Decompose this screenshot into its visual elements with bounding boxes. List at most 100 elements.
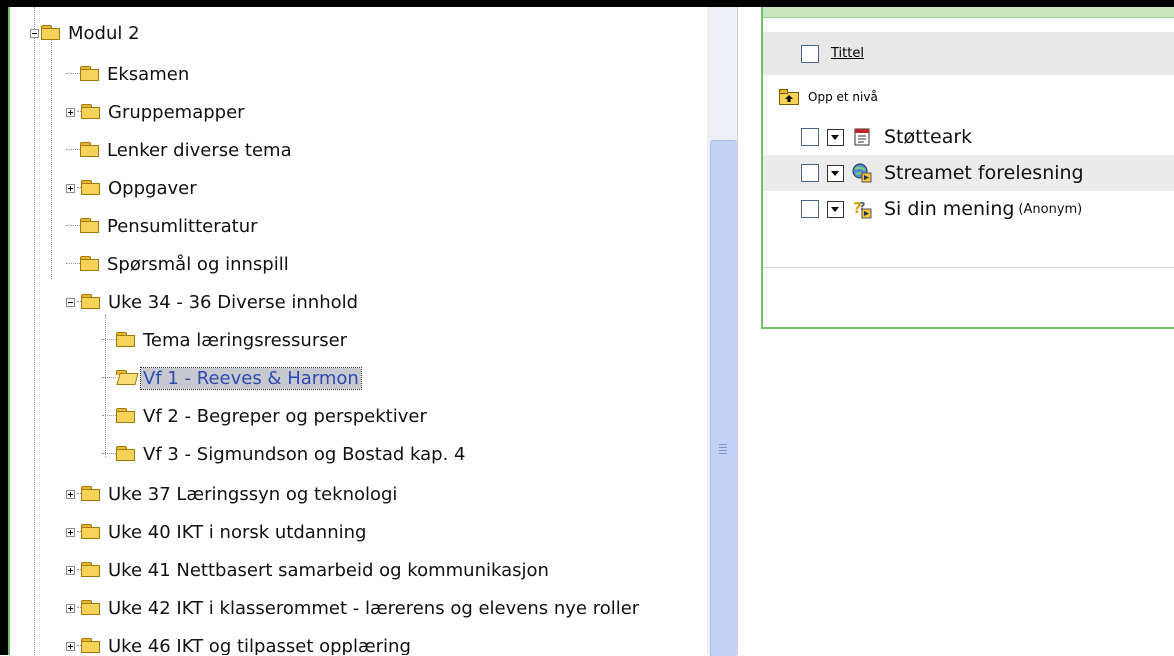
column-header-title[interactable]: Tittel	[831, 46, 864, 61]
tree-item-label: Pensumlitteratur	[107, 215, 258, 237]
tree-item-sporsmal-og-innspill[interactable]: Spørsmål og innspill	[66, 251, 291, 277]
item-checkbox[interactable]	[801, 200, 819, 218]
folder-icon	[41, 25, 61, 41]
tree-item-label: Uke 42 IKT i klasserommet - lærerens og …	[108, 597, 640, 619]
tree-item-tema-laeringsressurser[interactable]: Tema læringsressurser	[102, 327, 349, 353]
document-icon	[852, 127, 872, 147]
scrollbar-thumb[interactable]	[710, 140, 737, 656]
item-checkbox[interactable]	[801, 164, 819, 182]
content-panel: Tittel Opp et nivå Støtteark Streamet fo…	[761, 7, 1174, 329]
folder-icon	[81, 294, 101, 310]
tree-item-modul-2[interactable]: Modul 2	[30, 20, 142, 46]
tree-item-label: Uke 34 - 36 Diverse innhold	[108, 291, 359, 313]
tree-item-oppgaver[interactable]: Oppgaver	[66, 175, 199, 201]
collapse-icon[interactable]	[66, 297, 75, 307]
item-checkbox[interactable]	[801, 128, 819, 146]
expand-icon[interactable]	[66, 183, 75, 193]
window-frame-left	[0, 0, 8, 655]
tree-connector	[66, 73, 80, 75]
tree-item-label: Uke 41 Nettbasert samarbeid og kommunika…	[108, 559, 549, 581]
window-frame-top	[0, 0, 1174, 7]
tree-connector	[66, 263, 80, 265]
folder-icon	[80, 142, 100, 158]
chevron-down-icon[interactable]	[827, 200, 844, 218]
expand-icon[interactable]	[66, 489, 75, 499]
folder-up-icon	[779, 89, 799, 105]
expand-icon[interactable]	[66, 641, 75, 651]
tree-item-label: Uke 37 Læringssyn og teknologi	[108, 483, 398, 505]
tree-item-vf-1[interactable]: Vf 1 - Reeves & Harmon	[102, 365, 362, 391]
scrollbar-grip-icon	[719, 444, 727, 445]
tree-item-label: Uke 40 IKT i norsk utdanning	[108, 521, 367, 543]
tree-item-label: Gruppemapper	[108, 101, 245, 123]
item-title-link[interactable]: Støtteark	[884, 126, 972, 148]
expand-icon[interactable]	[66, 527, 75, 537]
list-item: Streamet forelesning	[763, 155, 1174, 191]
tree-item-label: Vf 2 - Begreper og perspektiver	[143, 405, 427, 427]
tree-item-pensumlitteratur[interactable]: Pensumlitteratur	[66, 213, 260, 239]
folder-icon	[81, 104, 101, 120]
list-item: Støtteark	[763, 119, 1174, 155]
folder-icon	[116, 446, 136, 462]
tree-item-label: Eksamen	[107, 63, 190, 85]
tree-item-uke-46[interactable]: Uke 46 IKT og tilpasset opplæring	[66, 633, 413, 655]
tree-connector	[102, 453, 116, 455]
anonymous-note: (Anonym)	[1018, 201, 1083, 217]
item-title-link[interactable]: Si din mening	[884, 198, 1014, 220]
folder-icon	[81, 638, 101, 654]
stream-icon	[852, 163, 872, 183]
up-one-level-link[interactable]: Opp et nivå	[779, 85, 878, 109]
scrollbar-grip-icon	[719, 447, 727, 448]
tree-item-vf-3[interactable]: Vf 3 - Sigmundson og Bostad kap. 4	[102, 441, 468, 467]
folder-icon	[81, 562, 101, 578]
folder-icon	[81, 600, 101, 616]
list-header: Tittel	[763, 32, 1174, 75]
tree-guide-line	[51, 39, 53, 279]
scrollbar-grip-icon	[719, 453, 727, 454]
survey-icon: ? ?	[852, 199, 872, 219]
panel-toolbar	[763, 7, 1174, 18]
tree-item-gruppemapper[interactable]: Gruppemapper	[66, 99, 247, 125]
tree-item-vf-2[interactable]: Vf 2 - Begreper og perspektiver	[102, 403, 429, 429]
list-separator	[763, 267, 1174, 268]
expand-icon[interactable]	[66, 107, 75, 117]
tree-item-label: Lenker diverse tema	[107, 139, 292, 161]
folder-icon	[116, 332, 136, 348]
tree-item-label: Modul 2	[68, 22, 140, 44]
tree-item-uke-41[interactable]: Uke 41 Nettbasert samarbeid og kommunika…	[66, 557, 551, 583]
expand-icon[interactable]	[66, 603, 75, 613]
tree-connector	[102, 415, 116, 417]
folder-icon	[116, 408, 136, 424]
folder-icon	[81, 180, 101, 196]
tree-item-eksamen[interactable]: Eksamen	[66, 61, 191, 87]
pane-divider[interactable]	[737, 7, 738, 655]
folder-open-icon	[116, 370, 139, 386]
chevron-down-icon[interactable]	[827, 128, 844, 146]
item-title-link[interactable]: Streamet forelesning	[884, 162, 1084, 184]
tree-connector	[66, 225, 80, 227]
tree-item-uke-37[interactable]: Uke 37 Læringssyn og teknologi	[66, 481, 399, 507]
chevron-down-icon[interactable]	[827, 164, 844, 182]
collapse-icon[interactable]	[30, 28, 39, 38]
tree-connector	[102, 339, 116, 341]
tree-item-label: Tema læringsressurser	[143, 329, 348, 351]
up-one-level-label: Opp et nivå	[808, 90, 878, 104]
folder-icon	[80, 256, 100, 272]
folder-tree: Modul 2 Eksamen Gruppemapper Lenker dive…	[10, 7, 707, 655]
folder-icon	[80, 218, 100, 234]
tree-item-uke-40[interactable]: Uke 40 IKT i norsk utdanning	[66, 519, 368, 545]
tree-item-lenker-diverse-tema[interactable]: Lenker diverse tema	[66, 137, 294, 163]
tree-connector	[66, 149, 80, 151]
folder-icon	[81, 524, 101, 540]
tree-item-label: Uke 46 IKT og tilpasset opplæring	[108, 635, 411, 656]
tree-item-label: Oppgaver	[108, 177, 197, 199]
tree-item-uke-42[interactable]: Uke 42 IKT i klasserommet - lærerens og …	[66, 595, 641, 621]
scrollbar-grip-icon	[719, 450, 727, 451]
expand-icon[interactable]	[66, 565, 75, 575]
list-item: ? ? Si din mening (Anonym)	[763, 191, 1174, 227]
select-all-checkbox[interactable]	[801, 44, 819, 63]
folder-icon	[81, 486, 101, 502]
tree-item-uke-34-36[interactable]: Uke 34 - 36 Diverse innhold	[66, 289, 360, 315]
tree-connector	[102, 377, 116, 379]
tree-guide-line	[34, 7, 36, 655]
